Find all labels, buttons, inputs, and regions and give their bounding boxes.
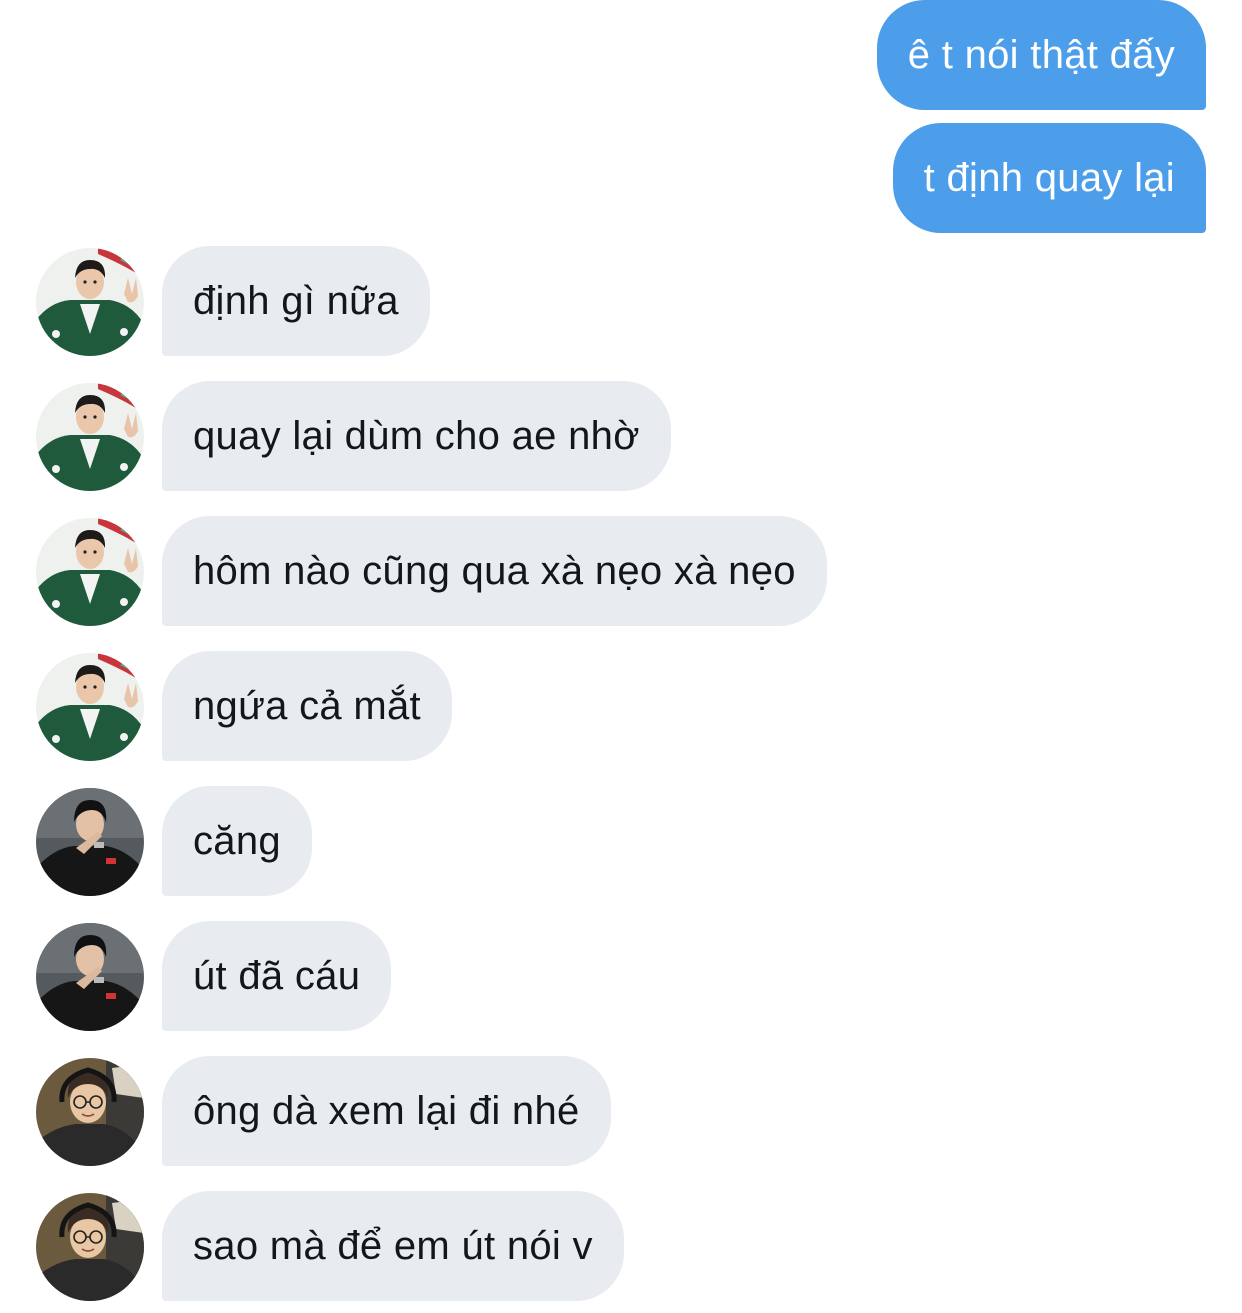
message-text: út đã cáu (193, 953, 361, 998)
outgoing-message[interactable]: ê t nói thật đấy (876, 0, 1206, 110)
avatar-green-jacket-icon[interactable] (36, 248, 144, 356)
message-text: ngứa cả mắt (193, 683, 421, 728)
incoming-message[interactable]: căng (162, 786, 312, 896)
incoming-message[interactable]: sao mà để em út nói v (162, 1191, 624, 1301)
avatar-green-jacket-icon[interactable] (36, 518, 144, 626)
chat-thread: ê t nói thật đấy t định quay lại định gì… (0, 0, 1242, 1313)
message-text: t định quay lại (923, 155, 1175, 200)
outgoing-message[interactable]: t định quay lại (892, 123, 1206, 233)
incoming-message[interactable]: định gì nữa (162, 246, 430, 356)
incoming-message[interactable]: út đã cáu (162, 921, 392, 1031)
message-text: hôm nào cũng qua xà nẹo xà nẹo (193, 548, 796, 593)
avatar-glasses-headset-icon[interactable] (36, 1058, 144, 1166)
message-text: sao mà để em út nói v (193, 1223, 593, 1268)
avatar-glasses-headset-icon[interactable] (36, 1193, 144, 1301)
incoming-message[interactable]: ngứa cả mắt (162, 651, 452, 761)
avatar-black-hoodie-icon[interactable] (36, 788, 144, 896)
message-text: định gì nữa (193, 278, 399, 323)
avatar-green-jacket-icon[interactable] (36, 653, 144, 761)
incoming-message[interactable]: hôm nào cũng qua xà nẹo xà nẹo (162, 516, 827, 626)
incoming-message[interactable]: ông dà xem lại đi nhé (162, 1056, 611, 1166)
incoming-message[interactable]: quay lại dùm cho ae nhờ (162, 381, 671, 491)
message-text: ê t nói thật đấy (907, 32, 1175, 77)
avatar-black-hoodie-icon[interactable] (36, 923, 144, 1031)
message-text: quay lại dùm cho ae nhờ (193, 413, 640, 458)
message-text: căng (193, 818, 281, 863)
avatar-green-jacket-icon[interactable] (36, 383, 144, 491)
message-text: ông dà xem lại đi nhé (193, 1088, 580, 1133)
